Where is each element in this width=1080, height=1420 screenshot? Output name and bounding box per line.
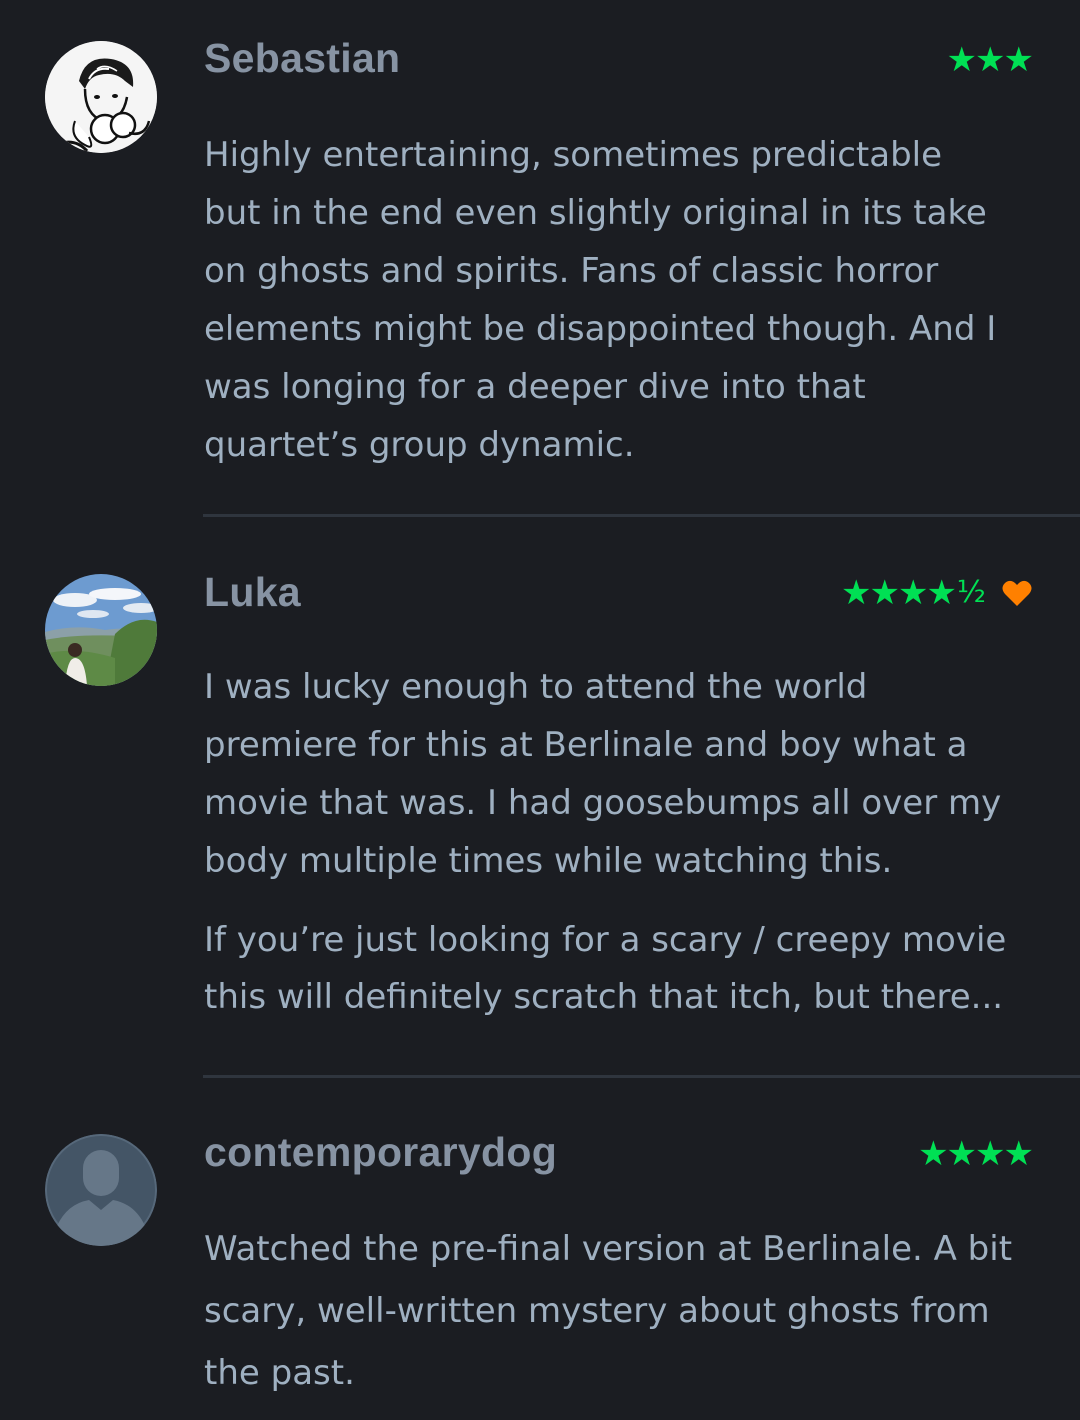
review-body[interactable]: Watched the pre-final version at Berlina… <box>204 1218 1036 1404</box>
review-body[interactable]: Highly entertaining, sometimes predictab… <box>204 126 1036 474</box>
avatar[interactable] <box>45 41 157 153</box>
default-user-avatar-icon <box>45 1134 157 1246</box>
star-rating: ★★★ <box>946 40 1034 80</box>
review-author[interactable]: contemporarydog <box>204 1132 557 1173</box>
sketch-portrait-avatar-icon <box>45 41 157 153</box>
star-rating: ★★★★ <box>918 1134 1034 1174</box>
review-paragraph: Highly entertaining, sometimes predictab… <box>204 135 997 465</box>
avatar[interactable] <box>45 1134 157 1246</box>
review-card: Sebastian ★★★ Highly entertaining, somet… <box>0 0 1080 515</box>
review-paragraph: If you’re just looking for a scary / cre… <box>204 920 1007 1017</box>
star-rating: ★★★★ ½ <box>841 576 1032 610</box>
review-card: Luka ★★★★ ½ I was lucky enough to attend… <box>0 517 1080 1077</box>
rating-half-star: ½ <box>956 575 986 610</box>
landscape-photo-avatar-icon <box>45 574 157 686</box>
heart-icon <box>1002 580 1032 607</box>
review-author[interactable]: Luka <box>204 572 301 613</box>
review-body[interactable]: I was lucky enough to attend the world p… <box>204 658 1036 1026</box>
rating-stars: ★★★★ <box>918 1134 1034 1174</box>
review-paragraph: Watched the pre-final version at Berlina… <box>204 1229 1013 1393</box>
rating-stars: ★★★ <box>946 40 1034 80</box>
avatar[interactable] <box>45 574 157 686</box>
rating-stars: ★★★★ <box>841 573 957 613</box>
review-author[interactable]: Sebastian <box>204 38 400 79</box>
review-card: contemporarydog ★★★★ Watched the pre-fin… <box>0 1078 1080 1420</box>
review-paragraph: I was lucky enough to attend the world p… <box>204 667 1002 881</box>
